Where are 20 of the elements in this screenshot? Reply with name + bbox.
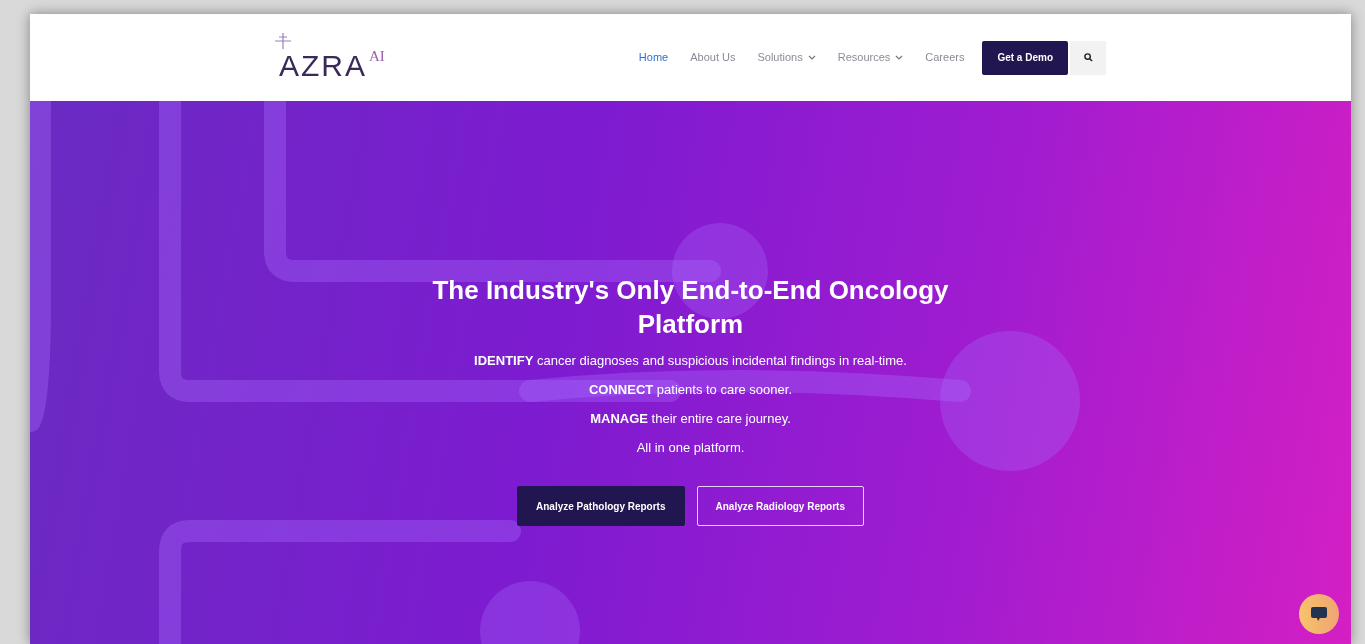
hero-text: All in one platform.: [636, 440, 745, 456]
nav-link[interactable]: Careers: [925, 49, 965, 66]
chat-bubble-icon: [1310, 605, 1328, 623]
get-demo-button[interactable]: Get a Demo: [982, 40, 1068, 75]
logo-superscript: AI: [369, 46, 385, 66]
hero-text: MANAGE their entire care journey.: [590, 411, 791, 427]
nav-link[interactable]: Solutions: [757, 49, 816, 66]
nav-link[interactable]: About Us: [690, 49, 736, 66]
chat-button[interactable]: [1299, 594, 1339, 634]
search-icon: [1083, 53, 1093, 62]
hero-title: The Industry's Only End-to-End Oncology Platform: [431, 274, 950, 341]
nav-link[interactable]: Resources: [837, 49, 904, 66]
logo-wordmark: AZRA: [279, 48, 367, 83]
hero-text: IDENTIFY cancer diagnoses and suspicious incidental findings in real-time.: [474, 353, 907, 369]
nav-link[interactable]: Home: [638, 49, 669, 66]
pathology-reports-button[interactable]: Analyze Pathology Reports: [517, 486, 685, 526]
hero-text: CONNECT patients to care sooner.: [588, 382, 792, 398]
radiology-reports-button[interactable]: Analyze Radiology Reports: [696, 486, 864, 526]
crosshair-icon: [275, 32, 291, 49]
search-button[interactable]: [1070, 40, 1106, 75]
